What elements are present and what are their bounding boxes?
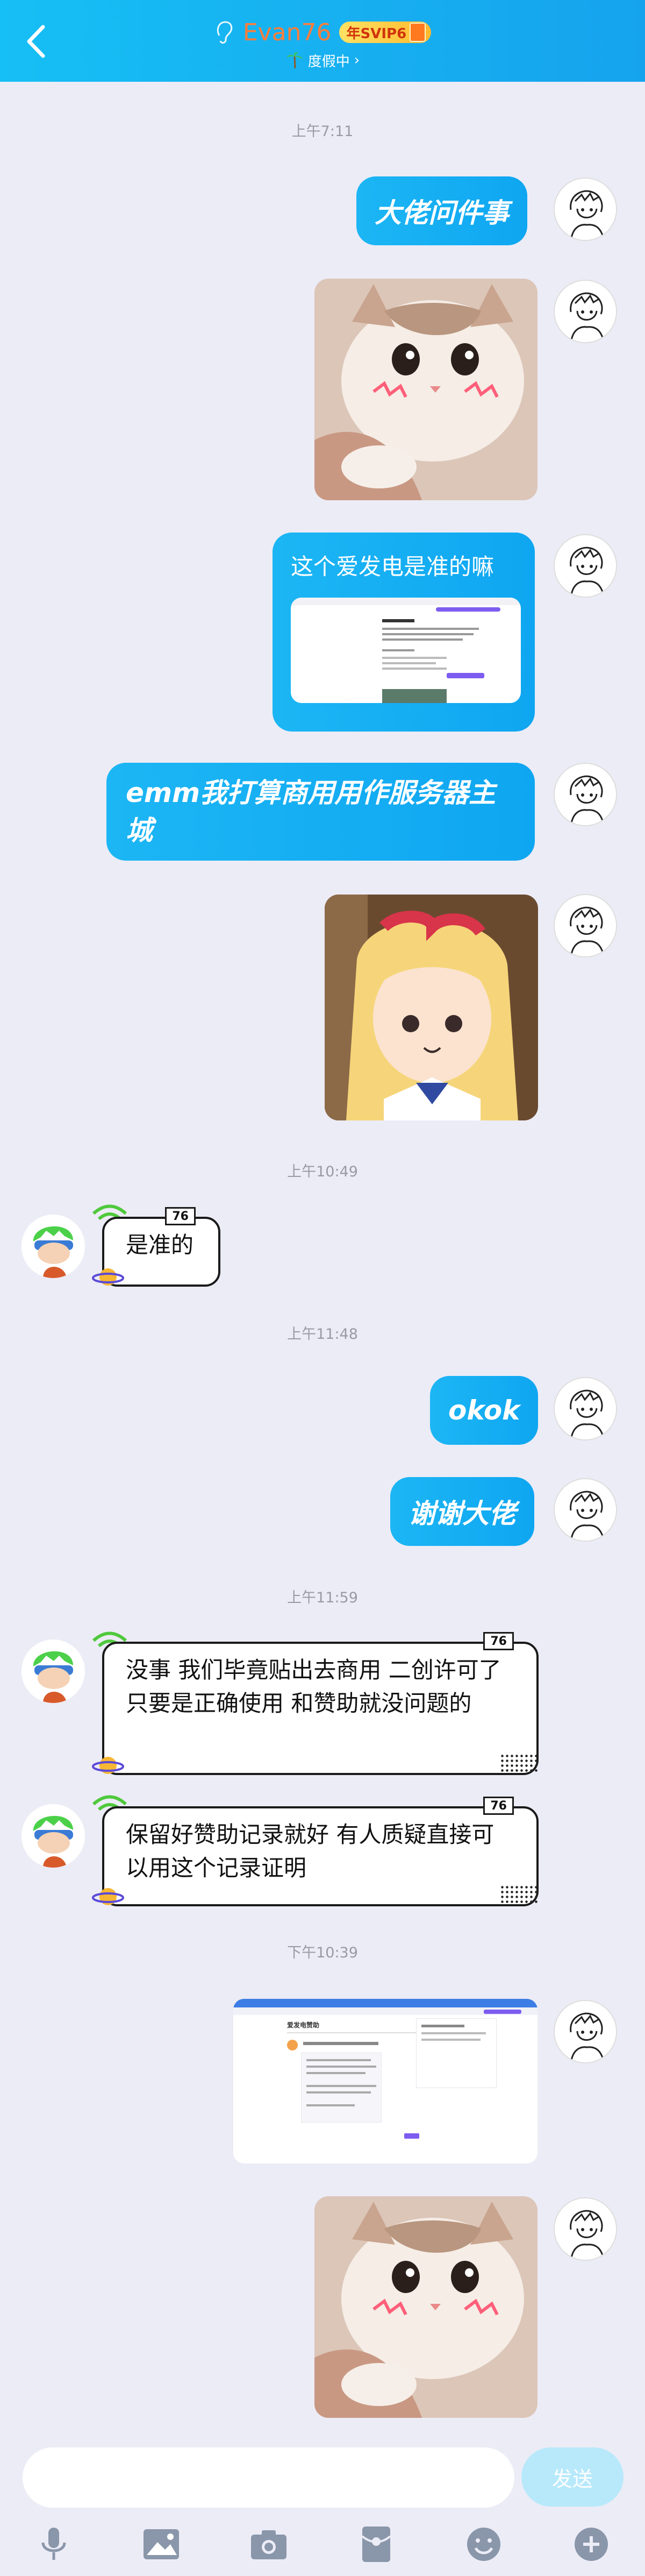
timestamp: 下午10:39 — [287, 1945, 358, 1961]
send-button[interactable]: 发送 — [521, 2447, 624, 2507]
microphone-icon[interactable] — [32, 2523, 75, 2566]
chat-header: Evan76 年SVIP6 度假中 › — [0, 0, 645, 82]
camera-icon[interactable] — [247, 2523, 290, 2566]
message-bubble-outgoing[interactable]: 谢谢大佬 — [390, 1477, 534, 1546]
avatar[interactable] — [554, 178, 617, 241]
sketch-avatar-icon — [555, 179, 616, 240]
halftone-decoration — [500, 1885, 538, 1904]
message-text: 是准的 — [126, 1232, 194, 1258]
timestamp: 上午11:59 — [287, 1589, 358, 1606]
sketch-avatar-icon — [555, 764, 616, 825]
planet-icon — [92, 1268, 124, 1286]
avatar[interactable] — [554, 1478, 617, 1542]
plus-icon[interactable] — [570, 2523, 613, 2566]
palm-tree-icon — [286, 52, 303, 69]
screenshot-preview[interactable] — [291, 598, 521, 703]
message-bubble-outgoing[interactable]: 这个爱发电是准的嘛 — [273, 533, 535, 732]
sketch-avatar-icon — [555, 895, 616, 956]
anime-girl-image — [325, 895, 538, 1120]
ear-icon — [217, 21, 232, 44]
level-badge: 76 — [483, 1797, 514, 1815]
red-packet-icon[interactable] — [355, 2523, 398, 2566]
emoji-icon[interactable] — [462, 2523, 505, 2566]
message-bubble-outgoing[interactable]: okok — [430, 1376, 539, 1445]
planet-icon — [92, 1757, 124, 1774]
status-text: 度假中 — [307, 53, 350, 70]
halftone-decoration — [500, 1754, 538, 1773]
cartoon-avatar-icon — [22, 1804, 85, 1868]
message-bubble-outgoing[interactable]: 大佬问件事 — [356, 176, 527, 245]
cat-image — [314, 279, 538, 500]
cat-image — [314, 2196, 538, 2418]
chevron-right-icon: › — [354, 52, 360, 68]
sketch-avatar-icon — [555, 2001, 616, 2062]
avatar[interactable] — [554, 2000, 617, 2063]
message-bubble-incoming[interactable]: 没事 我们毕竟贴出去商用 二创许可了 只要是正确使用 和赞助就没问题的 76 — [102, 1632, 539, 1775]
message-text: emm我打算商用用作服务器主城 — [126, 777, 496, 846]
vip-flag-icon — [410, 23, 426, 42]
message-text: 保留好赞助记录就好 有人质疑直接可以用这个记录证明 — [126, 1821, 494, 1881]
input-bar: 发送 — [0, 2426, 645, 2576]
avatar[interactable] — [22, 1215, 85, 1278]
vip-badge[interactable]: 年SVIP6 — [339, 22, 432, 43]
sketch-avatar-icon — [555, 2198, 616, 2260]
message-bubble-incoming[interactable]: 保留好赞助记录就好 有人质疑直接可以用这个记录证明 76 — [102, 1797, 539, 1906]
message-text: 大佬问件事 — [375, 197, 509, 229]
message-text: 这个爱发电是准的嘛 — [291, 553, 494, 580]
cat-sticker-image[interactable] — [314, 2196, 538, 2418]
avatar[interactable] — [554, 763, 617, 826]
avatar[interactable] — [22, 1804, 85, 1868]
message-text: 谢谢大佬 — [408, 1498, 516, 1529]
sketch-avatar-icon — [555, 1378, 616, 1439]
cartoon-avatar-icon — [22, 1215, 85, 1278]
message-bubble-outgoing[interactable]: emm我打算商用用作服务器主城 — [106, 763, 535, 861]
cartoon-avatar-icon — [22, 1640, 85, 1703]
message-text: okok — [448, 1395, 520, 1426]
timestamp: 上午10:49 — [287, 1163, 358, 1180]
status-row[interactable]: 度假中 › — [0, 49, 645, 71]
sketch-avatar-icon — [555, 281, 616, 342]
timestamp: 上午11:48 — [287, 1326, 358, 1343]
screenshot-title: 爱发电赞助 — [287, 2021, 320, 2029]
message-input[interactable] — [23, 2447, 514, 2508]
planet-icon — [92, 1888, 124, 1905]
timestamp: 上午7:11 — [291, 123, 354, 140]
level-badge: 76 — [165, 1207, 196, 1225]
avatar[interactable] — [22, 1640, 85, 1703]
vip-label: 年SVIP6 — [346, 25, 407, 42]
image-icon[interactable] — [140, 2523, 183, 2566]
avatar[interactable] — [554, 2197, 617, 2261]
cat-sticker-image[interactable] — [314, 279, 538, 500]
web-screenshot-image[interactable]: 爱发电赞助 — [233, 1999, 538, 2163]
anime-sticker-image[interactable] — [325, 895, 538, 1120]
sketch-avatar-icon — [555, 535, 616, 597]
sketch-avatar-icon — [555, 1479, 616, 1541]
message-text: 没事 我们毕竟贴出去商用 二创许可了 只要是正确使用 和赞助就没问题的 — [126, 1657, 501, 1716]
avatar[interactable] — [554, 534, 617, 598]
contact-name[interactable]: Evan76 — [243, 19, 332, 46]
avatar[interactable] — [554, 1377, 617, 1440]
avatar[interactable] — [554, 280, 617, 343]
level-badge: 76 — [483, 1632, 514, 1650]
avatar[interactable] — [554, 894, 617, 957]
title-row: Evan76 年SVIP6 — [0, 16, 645, 48]
input-toolbar — [0, 2523, 645, 2576]
